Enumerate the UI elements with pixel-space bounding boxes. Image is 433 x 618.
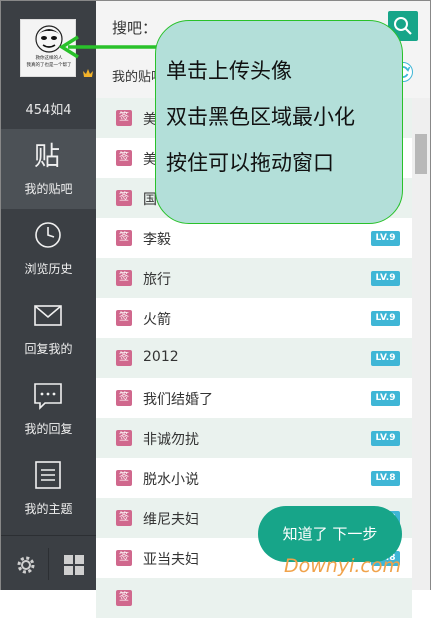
next-step-button[interactable]: 知道了 下一步: [258, 506, 402, 562]
forum-name[interactable]: 维尼夫妇: [143, 509, 199, 529]
sign-in-badge[interactable]: 签: [116, 350, 132, 366]
sign-in-badge[interactable]: 签: [116, 110, 132, 126]
scrollbar[interactable]: [412, 98, 430, 590]
level-badge: LV.9: [371, 231, 400, 246]
list-item[interactable]: 签非诚勿扰 LV.9: [96, 418, 412, 458]
list-item[interactable]: 签: [96, 578, 412, 618]
divider: [48, 548, 49, 580]
gear-icon[interactable]: [15, 554, 37, 576]
list-item[interactable]: 签火箭 LV.9: [96, 298, 412, 338]
tip-bubble: 单击上传头像 双击黑色区域最小化 按住可以拖动窗口: [155, 20, 403, 224]
sign-in-badge[interactable]: 签: [116, 270, 132, 286]
forum-name[interactable]: 非诚勿扰: [143, 429, 199, 449]
level-badge: LV.9: [371, 391, 400, 406]
level-badge: LV.8: [371, 471, 400, 486]
sidebar-bottom-bar: [1, 535, 96, 591]
forum-name[interactable]: 李毅: [143, 229, 171, 249]
apps-grid-icon[interactable]: [63, 554, 85, 576]
sign-in-badge[interactable]: 签: [116, 430, 132, 446]
sidebar-item-history[interactable]: 浏览历史: [1, 209, 96, 289]
sign-in-badge[interactable]: 签: [116, 230, 132, 246]
sign-in-badge[interactable]: 签: [116, 190, 132, 206]
sidebar[interactable]: 救你这样的人 我真的了也是一个帮了 454如4 贴 我的贴吧 浏览历史 回复我的: [1, 1, 96, 590]
comment-icon: [34, 383, 62, 410]
username: 454如4: [25, 103, 72, 118]
watermark: Downyi.com: [284, 555, 401, 577]
sign-in-badge[interactable]: 签: [116, 550, 132, 566]
tip-line-drag-window: 按住可以拖动窗口: [166, 151, 334, 175]
sidebar-item-my-replies[interactable]: 我的回复: [1, 369, 96, 449]
forum-name[interactable]: 2012: [143, 349, 179, 365]
list-item[interactable]: 签 2012 LV.9: [96, 338, 412, 378]
sign-in-badge[interactable]: 签: [116, 590, 132, 606]
sidebar-item-label: 浏览历史: [24, 262, 73, 276]
sidebar-item-my-tieba[interactable]: 贴 我的贴吧: [1, 129, 96, 209]
sign-in-badge[interactable]: 签: [116, 470, 132, 486]
nav-glyph: 贴: [34, 142, 60, 171]
tieba-icon: 贴: [34, 142, 60, 171]
sign-in-badge[interactable]: 签: [116, 510, 132, 526]
list-item[interactable]: 签旅行 LV.9: [96, 258, 412, 298]
sidebar-item-my-topics[interactable]: 我的主题: [1, 449, 96, 529]
clock-icon: [35, 222, 61, 248]
level-badge: LV.9: [371, 351, 400, 366]
forum-name[interactable]: 旅行: [143, 269, 171, 289]
tip-line-upload-avatar: 单击上传头像: [166, 59, 292, 83]
vip-crown-icon: [83, 69, 93, 77]
sidebar-item-label: 我的回复: [24, 422, 73, 436]
sign-in-badge[interactable]: 签: [116, 310, 132, 326]
forum-name[interactable]: 火箭: [143, 309, 171, 329]
level-badge: LV.9: [371, 431, 400, 446]
sidebar-item-label: 我的贴吧: [24, 182, 73, 196]
avatar-caption-2: 我真的了也是一个帮了: [26, 63, 72, 68]
mail-icon: [34, 305, 62, 326]
level-badge: LV.9: [371, 311, 400, 326]
list-icon: [35, 461, 61, 489]
tip-line-minimize: 双击黑色区域最小化: [166, 105, 355, 129]
sign-in-badge[interactable]: 签: [116, 390, 132, 406]
level-badge: LV.9: [371, 271, 400, 286]
sidebar-item-label: 我的主题: [24, 502, 73, 516]
list-item[interactable]: 签我们结婚了 LV.9: [96, 378, 412, 418]
sidebar-item-label: 回复我的: [24, 342, 73, 356]
forum-name[interactable]: 脱水小说: [143, 469, 199, 489]
sign-in-badge[interactable]: 签: [116, 150, 132, 166]
sidebar-item-replies-to-me[interactable]: 回复我的: [1, 289, 96, 369]
scroll-thumb[interactable]: [415, 134, 427, 174]
forum-name[interactable]: 我们结婚了: [143, 389, 213, 409]
forum-name[interactable]: 亚当夫妇: [143, 549, 199, 569]
list-item[interactable]: 签脱水小说 LV.8: [96, 458, 412, 498]
arrow-left-icon: [58, 35, 158, 59]
list-item[interactable]: 签李毅 LV.9: [96, 218, 412, 258]
